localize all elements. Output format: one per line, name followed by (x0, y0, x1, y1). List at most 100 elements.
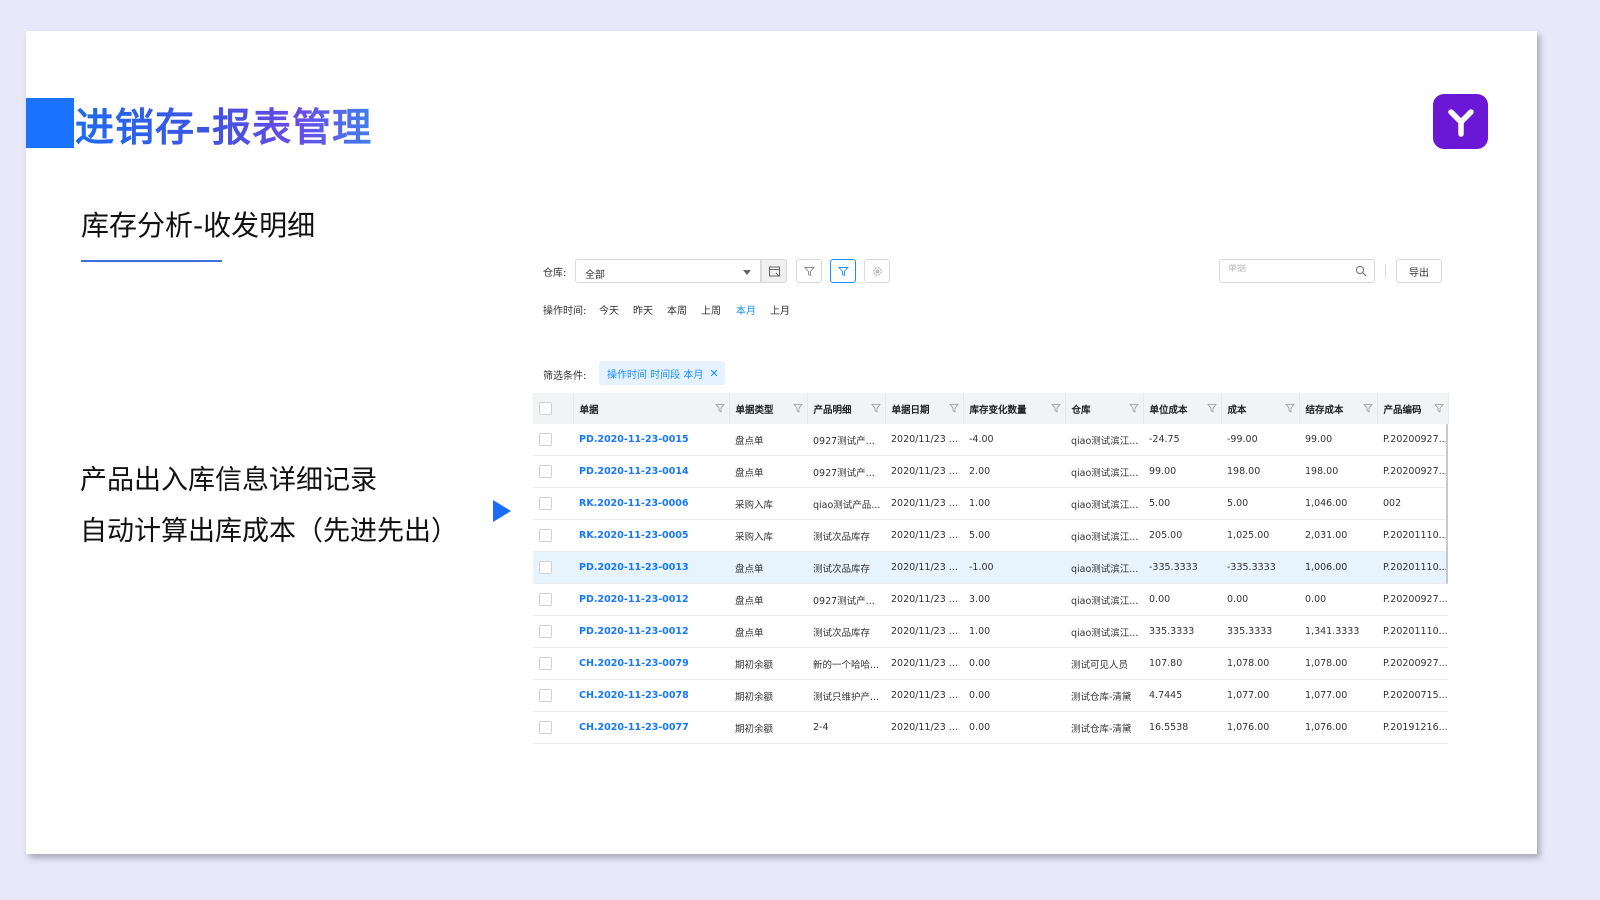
table-row[interactable]: PD.2020-11-23-0012 盘点单 测试次品库存 2020/11/23 ..… (533, 615, 1448, 648)
cell-balance-cost: 1,076.00 (1299, 711, 1377, 744)
column-header-doc-date[interactable]: 单据日期 (885, 393, 964, 424)
column-header-stock-change-qty[interactable]: 库存变化数量 (963, 393, 1066, 424)
column-header-unit-cost[interactable]: 单位成本 (1143, 393, 1222, 424)
search-input[interactable] (1228, 264, 1348, 274)
cell-doc[interactable]: PD.2020-11-23-0012 (573, 583, 729, 616)
time-option-today[interactable]: 今天 (599, 302, 619, 317)
cell-doc[interactable]: PD.2020-11-23-0015 (573, 424, 729, 456)
cell-unit-cost: -335.3333 (1143, 551, 1221, 584)
table-row[interactable]: PD.2020-11-23-0015 盘点单 0927测试产... 2020/11/2… (533, 424, 1448, 456)
column-header-cost[interactable]: 成本 (1221, 393, 1300, 424)
select-all-checkbox[interactable] (539, 402, 552, 415)
funnel-icon[interactable] (1433, 403, 1444, 413)
cell-cost: -335.3333 (1221, 551, 1299, 584)
cell-product-detail: qiao测试产品... (807, 487, 885, 520)
cell-doc[interactable]: CH.2020-11-23-0077 (573, 711, 729, 744)
cell-balance-cost: 1,341.3333 (1299, 615, 1377, 648)
cell-balance-cost: 198.00 (1299, 455, 1377, 488)
cell-unit-cost: 4.7445 (1143, 679, 1221, 712)
search-icon[interactable] (1355, 265, 1367, 277)
row-select-cell (533, 679, 573, 712)
filter-tag-text: 操作时间 时间段 本月 (607, 369, 704, 381)
table-row[interactable]: CH.2020-11-23-0079 期初余额 新的一个哈哈... 2020/11/2… (533, 647, 1448, 680)
funnel-icon[interactable] (792, 403, 803, 413)
cell-doc[interactable]: CH.2020-11-23-0078 (573, 679, 729, 712)
cell-doc-type: 采购入库 (729, 519, 807, 552)
row-select-cell (533, 519, 573, 552)
search-field[interactable] (1219, 259, 1375, 283)
filter-conditions-label: 筛选条件: (543, 371, 587, 382)
funnel-icon[interactable] (1284, 403, 1295, 413)
cell-doc-date: 2020/11/23 ... (885, 424, 963, 456)
time-option-this-month[interactable]: 本月 (736, 302, 756, 317)
pointer-triangle-icon (493, 500, 511, 522)
warehouse-picker-button[interactable] (761, 259, 787, 283)
cell-warehouse: qiao测试滨江... (1065, 519, 1143, 552)
row-checkbox[interactable] (539, 465, 552, 478)
cell-product-detail: 测试次品库存 (807, 551, 885, 584)
cell-unit-cost: 205.00 (1143, 519, 1221, 552)
vertical-scrollbar[interactable] (1446, 424, 1448, 584)
cell-doc[interactable]: PD.2020-11-23-0014 (573, 455, 729, 488)
row-checkbox[interactable] (539, 561, 552, 574)
export-button[interactable]: 导出 (1396, 259, 1442, 283)
select-all-cell (533, 393, 574, 424)
close-icon[interactable]: ✕ (709, 367, 718, 380)
cell-product-code: P.20200927... (1377, 647, 1448, 680)
funnel-icon[interactable] (1206, 403, 1217, 413)
time-option-yesterday[interactable]: 昨天 (633, 302, 653, 317)
column-header-warehouse[interactable]: 仓库 (1065, 393, 1144, 424)
row-select-cell (533, 487, 573, 520)
row-checkbox[interactable] (539, 593, 552, 606)
cell-doc[interactable]: PD.2020-11-23-0013 (573, 551, 729, 584)
column-header-balance-cost[interactable]: 结存成本 (1299, 393, 1378, 424)
time-option-this-week[interactable]: 本周 (667, 302, 687, 317)
warehouse-select[interactable]: 全部 (575, 259, 761, 283)
time-option-last-week[interactable]: 上周 (701, 302, 721, 317)
column-header-product-detail[interactable]: 产品明细 (807, 393, 886, 424)
cell-product-detail: 0927测试产... (807, 424, 885, 456)
cell-doc[interactable]: RK.2020-11-23-0006 (573, 487, 729, 520)
cell-stock-change-qty: 5.00 (963, 519, 1065, 552)
funnel-icon[interactable] (1362, 403, 1373, 413)
table-row[interactable]: CH.2020-11-23-0077 期初余额 2-4 2020/11/23 ... 0… (533, 711, 1448, 744)
operation-time-label: 操作时间: (543, 306, 587, 317)
subtitle-underline (81, 260, 222, 262)
row-checkbox[interactable] (539, 721, 552, 734)
cell-doc-date: 2020/11/23 ... (885, 615, 963, 648)
cell-warehouse: qiao测试滨江... (1065, 455, 1143, 488)
table-row[interactable]: RK.2020-11-23-0006 采购入库 qiao测试产品... 2020/11… (533, 487, 1448, 520)
funnel-icon[interactable] (948, 403, 959, 413)
funnel-icon[interactable] (714, 403, 725, 413)
column-header-doc-type[interactable]: 单据类型 (729, 393, 808, 424)
cell-doc[interactable]: RK.2020-11-23-0005 (573, 519, 729, 552)
row-checkbox[interactable] (539, 689, 552, 702)
table-row[interactable]: RK.2020-11-23-0005 采购入库 测试次品库存 2020/11/23 .… (533, 519, 1448, 552)
description-line: 产品出入库信息详细记录 (80, 465, 377, 496)
row-checkbox[interactable] (539, 625, 552, 638)
cell-balance-cost: 0.00 (1299, 583, 1377, 616)
row-checkbox[interactable] (539, 497, 552, 510)
cell-cost: 1,077.00 (1221, 679, 1299, 712)
column-header-label: 单据类型 (735, 404, 774, 416)
table-row[interactable]: PD.2020-11-23-0014 盘点单 0927测试产... 2020/11/2… (533, 455, 1448, 488)
row-checkbox[interactable] (539, 657, 552, 670)
cell-doc[interactable]: CH.2020-11-23-0079 (573, 647, 729, 680)
funnel-icon[interactable] (1128, 403, 1139, 413)
column-header-label: 单据日期 (891, 404, 930, 416)
table-row[interactable]: PD.2020-11-23-0013 盘点单 测试次品库存 2020/11/23 ..… (533, 551, 1448, 584)
column-header-product-code[interactable]: 产品编码 (1377, 393, 1449, 424)
row-checkbox[interactable] (539, 433, 552, 446)
funnel-icon[interactable] (1050, 403, 1061, 413)
advanced-filter-button[interactable] (830, 259, 856, 283)
cell-doc-date: 2020/11/23 ... (885, 647, 963, 680)
column-header-doc[interactable]: 单据 (573, 393, 730, 424)
table-row[interactable]: CH.2020-11-23-0078 期初余额 测试只维护产... 2020/11/2… (533, 679, 1448, 712)
row-checkbox[interactable] (539, 529, 552, 542)
funnel-icon[interactable] (870, 403, 881, 413)
filter-button[interactable] (796, 259, 822, 283)
table-row[interactable]: PD.2020-11-23-0012 盘点单 0927测试产... 2020/11/2… (533, 583, 1448, 616)
settings-button[interactable] (864, 259, 890, 283)
cell-doc[interactable]: PD.2020-11-23-0012 (573, 615, 729, 648)
time-option-last-month[interactable]: 上月 (770, 302, 790, 317)
